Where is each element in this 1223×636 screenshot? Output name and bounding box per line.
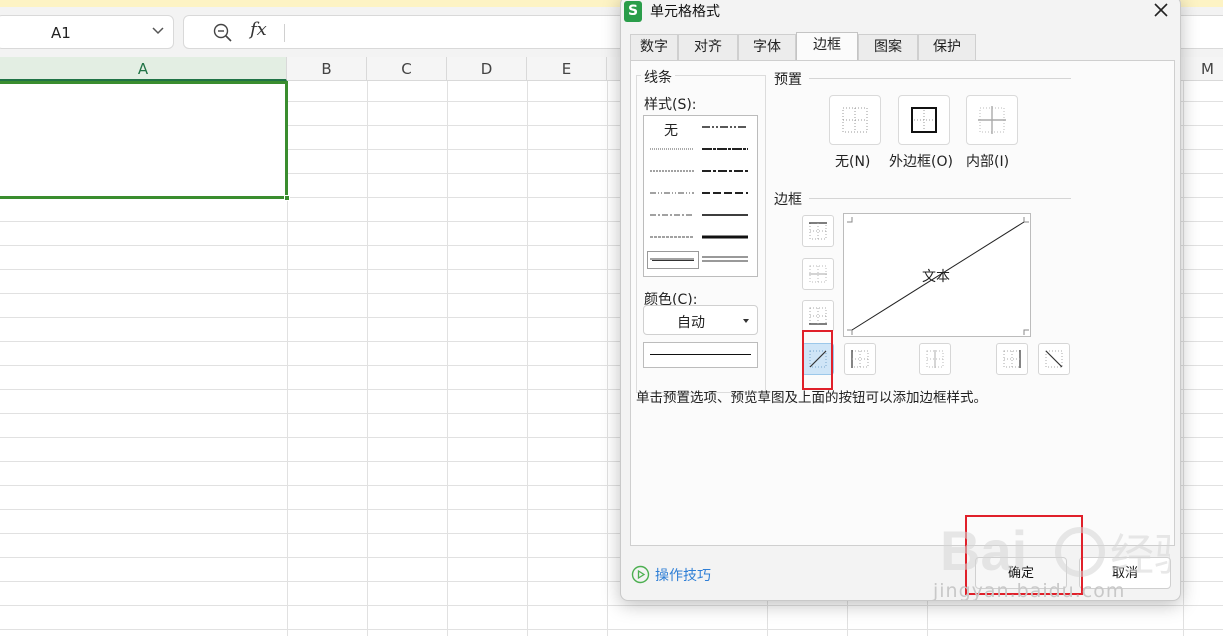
grid-line [607, 81, 608, 636]
border-divider [809, 198, 1071, 199]
preset-outline-button[interactable] [898, 95, 950, 145]
inside-vertical-border-button[interactable] [919, 343, 951, 375]
tab-alignment[interactable]: 对齐 [678, 34, 738, 60]
column-header-m[interactable]: M [1183, 57, 1223, 81]
name-box[interactable]: A1 [0, 15, 174, 49]
function-icon[interactable]: fx [250, 19, 267, 40]
grid-line [927, 600, 928, 636]
selected-style-indicator [647, 251, 699, 269]
column-header-e[interactable]: E [527, 57, 607, 81]
highlight-diagonal-button [802, 330, 833, 390]
diagonal-down-border-button[interactable] [1038, 343, 1070, 375]
border-right-icon [1003, 350, 1021, 368]
border-inside-horizontal-icon [809, 265, 827, 283]
column-header-a[interactable]: A [0, 57, 287, 81]
preset-none-label: 无(N) [835, 154, 871, 170]
tips-link[interactable]: 操作技巧 [631, 565, 711, 585]
line-group-title: 线条 [641, 67, 675, 87]
format-cells-dialog: S 单元格格式 数字 对齐 字体 边框 图案 保护 线条 样式(S): 无 颜色… [620, 0, 1181, 601]
border-left-icon [851, 350, 869, 368]
divider [284, 24, 285, 42]
dialog-title: 单元格格式 [650, 4, 720, 20]
column-header-c[interactable]: C [367, 57, 447, 81]
grid-line [847, 600, 848, 636]
preset-group-title: 预置 [774, 72, 802, 88]
grid-line [1183, 81, 1184, 636]
screen: A1 fx A B C D E M S 单元格格式 数字 对齐 字体 边框 图案… [0, 0, 1223, 636]
close-icon[interactable] [1150, 0, 1172, 21]
grid-line [447, 81, 448, 636]
border-bottom-icon [809, 307, 827, 325]
line-preview [643, 342, 758, 368]
border-top-icon [809, 222, 827, 240]
bottom-border-button[interactable] [802, 300, 834, 332]
right-border-button[interactable] [996, 343, 1028, 375]
preset-outline-label: 外边框(O) [889, 154, 953, 170]
column-header-b[interactable]: B [287, 57, 367, 81]
border-group-title: 边框 [774, 192, 802, 208]
selected-cell-a1[interactable] [0, 81, 288, 199]
tab-font[interactable]: 字体 [738, 34, 796, 60]
border-diagonal-down-icon [1045, 350, 1063, 368]
tab-protection[interactable]: 保护 [918, 34, 976, 60]
tab-pattern[interactable]: 图案 [858, 34, 918, 60]
grid-line [767, 600, 768, 636]
preset-inside-button[interactable] [966, 95, 1018, 145]
left-border-button[interactable] [844, 343, 876, 375]
zoom-out-icon[interactable] [212, 22, 234, 44]
inside-horizontal-border-button[interactable] [802, 258, 834, 290]
line-style-list[interactable]: 无 [643, 115, 758, 277]
caret-down-icon [743, 319, 749, 323]
grid-line [367, 81, 368, 636]
preset-inside-label: 内部(I) [966, 154, 1010, 170]
fill-handle[interactable] [284, 195, 290, 201]
color-dropdown[interactable]: 自动 [643, 305, 758, 335]
column-header-d[interactable]: D [447, 57, 527, 81]
border-outline-icon [911, 107, 937, 133]
border-inside-icon [978, 106, 1006, 134]
color-dropdown-value: 自动 [677, 315, 705, 331]
preset-divider [809, 78, 1071, 79]
app-logo-icon: S [624, 1, 642, 22]
name-box-value: A1 [51, 24, 71, 42]
tab-number[interactable]: 数字 [630, 34, 678, 60]
border-inside-vertical-icon [926, 350, 944, 368]
watermark-url: jingyan.baidu.com [933, 580, 1126, 602]
style-label: 样式(S): [644, 97, 697, 113]
border-preview-area[interactable]: 文本 [843, 213, 1031, 337]
preset-none-button[interactable] [829, 95, 881, 145]
top-border-button[interactable] [802, 215, 834, 247]
preview-sample-text: 文本 [922, 269, 950, 285]
border-none-icon [842, 107, 868, 133]
chevron-down-icon[interactable] [151, 22, 165, 40]
line-preview-sample [650, 354, 751, 355]
tab-border[interactable]: 边框 [796, 32, 858, 60]
grid-line [527, 81, 528, 636]
